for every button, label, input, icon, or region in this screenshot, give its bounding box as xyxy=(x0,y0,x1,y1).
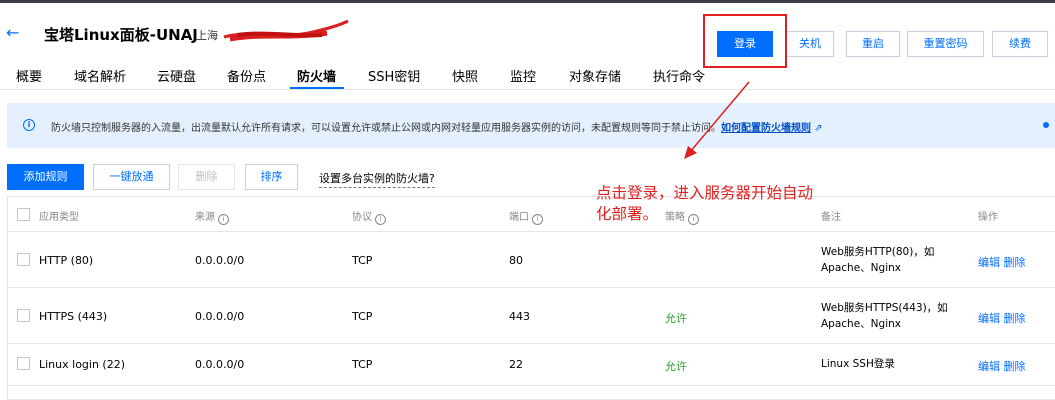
region-label: 上海 xyxy=(196,29,218,42)
row-checkbox[interactable] xyxy=(17,357,30,370)
cell-remark: Linux SSH登录 xyxy=(821,358,895,370)
info-icon[interactable]: i xyxy=(532,214,543,225)
tab-dns[interactable]: 域名解析 xyxy=(74,66,126,85)
tab-run-command[interactable]: 执行命令 xyxy=(653,66,705,85)
tab-object-storage[interactable]: 对象存储 xyxy=(569,66,621,85)
delete-button[interactable]: 删除 xyxy=(178,164,235,190)
firewall-rules-table: 应用类型 来源 i 协议 i 端口 i 策略 i 备注 操作 HTTP (80) 0.0… xyxy=(7,196,1055,400)
delete-link[interactable]: 删除 xyxy=(1004,360,1026,373)
instance-title: 宝塔Linux面板-UNAJ xyxy=(44,26,198,44)
row-checkbox[interactable] xyxy=(17,253,30,266)
tab-backup[interactable]: 备份点 xyxy=(227,66,266,85)
cell-operations: 编辑 删除 xyxy=(978,310,1026,326)
cell-source: 0.0.0.0/0 xyxy=(195,310,245,323)
delete-link[interactable]: 删除 xyxy=(1004,256,1026,269)
help-dot-icon[interactable] xyxy=(1043,122,1049,128)
external-link-icon[interactable]: ⇗ xyxy=(814,123,822,134)
row-divider xyxy=(8,231,1055,232)
info-icon: i xyxy=(23,119,35,131)
firewall-notice: i 防火墙只控制服务器的入流量，出流量默认允许所有请求，可以设置允许或禁止公网或… xyxy=(7,103,1055,148)
tab-monitor[interactable]: 监控 xyxy=(510,66,536,85)
firewall-help-link[interactable]: 如何配置防火墙规则 xyxy=(721,123,811,134)
delete-link[interactable]: 删除 xyxy=(1004,312,1026,325)
restart-button[interactable]: 重启 xyxy=(846,31,900,57)
header-protocol: 协议 i xyxy=(352,208,386,225)
cell-operations: 编辑 删除 xyxy=(978,254,1026,270)
instance-header: ← 宝塔Linux面板-UNAJ 上海 登录 关机 重启 重置密码 续费 xyxy=(0,3,1055,60)
header-port: 端口 i xyxy=(509,208,543,225)
add-rule-button[interactable]: 添加规则 xyxy=(7,164,84,190)
tab-cloud-disk[interactable]: 云硬盘 xyxy=(157,66,196,85)
select-all-checkbox[interactable] xyxy=(17,208,30,221)
cell-app-type: HTTP (80) xyxy=(39,254,94,267)
tab-ssh-keys[interactable]: SSH密钥 xyxy=(368,66,420,85)
renew-button[interactable]: 续费 xyxy=(992,31,1048,57)
header-app-type: 应用类型 xyxy=(39,212,79,223)
notice-text: 防火墙只控制服务器的入流量，出流量默认允许所有请求，可以设置允许或禁止公网或内网… xyxy=(51,123,823,134)
cell-app-type: HTTPS (443) xyxy=(39,310,108,323)
tab-bar: 概要 域名解析 云硬盘 备份点 防火墙 SSH密钥 快照 监控 对象存储 执行命… xyxy=(0,60,1055,90)
cell-protocol: TCP xyxy=(352,310,373,323)
cell-source: 0.0.0.0/0 xyxy=(195,254,245,267)
redaction-scribble xyxy=(223,19,349,42)
row-divider xyxy=(8,287,1055,288)
row-divider xyxy=(8,343,1055,344)
reset-password-button[interactable]: 重置密码 xyxy=(907,31,984,57)
header-operation: 操作 xyxy=(978,212,998,223)
info-icon[interactable]: i xyxy=(375,214,386,225)
row-checkbox[interactable] xyxy=(17,309,30,322)
multi-instance-firewall-link[interactable]: 设置多台实例的防火墙? xyxy=(319,170,435,188)
sort-button[interactable]: 排序 xyxy=(245,164,298,190)
cell-remark: Web服务HTTPS(443)，如 Apache、Nginx xyxy=(821,302,948,330)
cell-port: 443 xyxy=(509,310,530,323)
cell-app-type: Linux login (22) xyxy=(39,358,126,371)
edit-link[interactable]: 编辑 xyxy=(978,312,1000,325)
one-click-allow-button[interactable]: 一键放通 xyxy=(93,164,170,190)
tab-snapshot[interactable]: 快照 xyxy=(452,66,478,85)
tab-overview[interactable]: 概要 xyxy=(16,66,42,85)
cell-source: 0.0.0.0/0 xyxy=(195,358,245,371)
cell-protocol: TCP xyxy=(352,358,373,371)
cell-remark: Web服务HTTP(80)，如 Apache、Nginx xyxy=(821,246,935,274)
arrow-left-icon[interactable]: ← xyxy=(6,23,19,42)
active-tab-indicator xyxy=(290,87,344,89)
cell-policy: 允许 xyxy=(665,360,687,373)
edit-link[interactable]: 编辑 xyxy=(978,256,1000,269)
cell-port: 80 xyxy=(509,254,523,267)
row-divider xyxy=(8,385,1055,386)
info-icon[interactable]: i xyxy=(218,214,229,225)
cell-port: 22 xyxy=(509,358,523,371)
annotation-text: 点击登录，进入服务器开始自动 化部署。 xyxy=(596,184,814,223)
tab-firewall[interactable]: 防火墙 xyxy=(297,66,336,85)
cell-policy: 允许 xyxy=(665,312,687,325)
cell-operations: 编辑 删除 xyxy=(978,358,1026,374)
edit-link[interactable]: 编辑 xyxy=(978,360,1000,373)
shutdown-button[interactable]: 关机 xyxy=(786,31,834,57)
cell-protocol: TCP xyxy=(352,254,373,267)
header-source: 来源 i xyxy=(195,208,229,225)
